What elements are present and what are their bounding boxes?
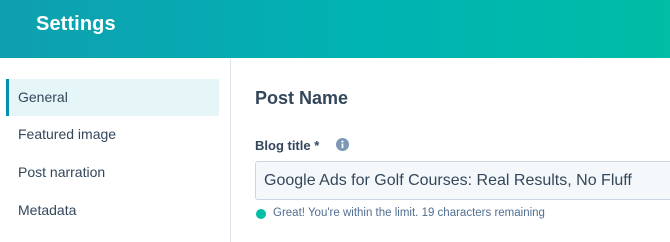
character-limit-status: Great! You're within the limit. 19 chara… (273, 207, 545, 219)
blog-title-input[interactable] (255, 161, 670, 200)
info-icon[interactable] (336, 138, 349, 151)
sidebar-item-post-narration[interactable]: Post narration (6, 154, 219, 191)
section-title: Post Name (255, 88, 349, 108)
main-content: Post Name Blog title * Great! You're wit… (232, 58, 670, 242)
sidebar-item-featured-image[interactable]: Featured image (6, 116, 219, 153)
sidebar-item-metadata[interactable]: Metadata (6, 192, 219, 229)
sidebar-item-general[interactable]: General (6, 79, 219, 116)
settings-sidebar: General Featured image Post narration Me… (0, 58, 231, 242)
blog-title-label: Blog title * (255, 138, 320, 153)
page-title: Settings (36, 13, 116, 35)
settings-header: Settings (0, 0, 670, 58)
status-success-icon (256, 209, 266, 219)
